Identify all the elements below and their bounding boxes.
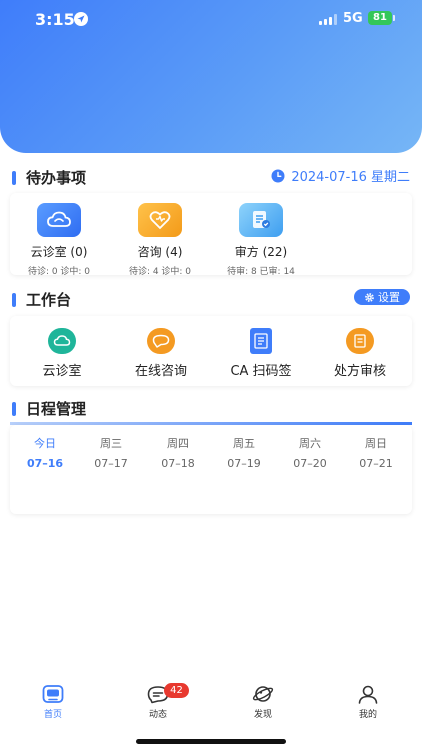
calendar-date: 07–17	[94, 457, 128, 470]
work-item-cloud-clinic[interactable]: 云诊室	[12, 328, 112, 379]
calendar-day[interactable]: 周六 07–20	[277, 435, 343, 470]
battery-icon: 81	[368, 11, 395, 25]
consult-heart-icon	[138, 203, 182, 237]
calendar-date: 07–21	[359, 457, 393, 470]
calendar-weekday: 周四	[167, 437, 189, 450]
home-icon	[42, 685, 64, 703]
prescription-audit-icon	[346, 328, 374, 354]
gear-icon	[365, 292, 374, 302]
calendar-day[interactable]: 周五 07–19	[211, 435, 277, 470]
work-item-label: 在线咨询	[134, 364, 187, 379]
calendar-day[interactable]: 周日 07–21	[343, 435, 409, 470]
calendar-date: 07–16	[26, 457, 64, 470]
tab-updates[interactable]: 动态 42	[123, 683, 193, 720]
todo-title: 待办事项	[26, 169, 87, 187]
settings-button[interactable]: 设置	[354, 289, 410, 305]
user-icon	[358, 685, 378, 704]
calendar-weekday: 周六	[299, 437, 321, 450]
calendar-weekday: 周日	[365, 437, 387, 450]
calendar-date: 07–18	[161, 457, 195, 470]
calendar-day[interactable]: 周三 07–17	[78, 435, 144, 470]
network-type: 5G	[343, 11, 363, 26]
calendar-weekday: 周三	[100, 437, 122, 450]
tab-label: 动态	[148, 710, 167, 720]
calendar-day[interactable]: 周四 07–18	[145, 435, 211, 470]
tab-label: 首页	[43, 710, 62, 720]
status-bar: 3:15 5G 81	[0, 0, 422, 40]
home-indicator	[136, 739, 286, 744]
consult-chat-icon	[147, 328, 175, 354]
location-arrow-icon	[74, 12, 88, 26]
schedule-section-title: 日程管理	[12, 398, 86, 419]
work-item-label: CA 扫码签	[230, 364, 292, 379]
tab-profile[interactable]: 我的	[333, 684, 403, 720]
tab-discover[interactable]: 发现	[228, 684, 298, 720]
todo-section-title: 待办事项	[12, 167, 86, 188]
section-marker	[12, 170, 16, 185]
settings-label: 设置	[378, 291, 400, 304]
battery-level: 81	[373, 12, 387, 23]
calendar-date: 07–20	[293, 457, 327, 470]
cloud-clinic-icon	[48, 328, 76, 354]
calendar-weekday: 周五	[233, 437, 255, 450]
calendar-weekday: 今日	[34, 437, 56, 450]
calendar-day-today[interactable]: 今日 07–16	[12, 435, 78, 470]
workbench-title: 工作台	[26, 291, 72, 309]
schedule-card: 今日 07–16 周三 07–17 周四 07–18 周五 07–19 周六 0…	[10, 425, 412, 514]
workbench-section-title: 工作台	[12, 289, 71, 310]
ca-scan-icon	[250, 328, 272, 354]
section-marker	[12, 401, 16, 416]
planet-icon	[252, 686, 274, 702]
bottom-tab-bar: 首页 动态 42 发现 我的	[0, 683, 422, 729]
clock-icon	[271, 169, 285, 182]
todo-date[interactable]: 2024-07-16 星期二	[271, 166, 410, 185]
work-item-label: 处方审核	[333, 364, 386, 379]
tab-home[interactable]: 首页	[18, 684, 88, 720]
work-item-online-consult[interactable]: 在线咨询	[111, 328, 211, 379]
schedule-title: 日程管理	[26, 400, 87, 418]
unread-badge: 42	[164, 683, 189, 698]
work-item-ca-scan[interactable]: CA 扫码签	[211, 328, 311, 379]
work-item-label: 云诊室	[42, 364, 82, 379]
cloud-clinic-icon	[37, 203, 81, 237]
todo-item-label: 审方 (22)	[234, 245, 288, 259]
todo-item-prescription-review[interactable]: 审方 (22) 待审: 8 已审: 14	[201, 203, 321, 277]
cellular-signal-icon	[319, 14, 338, 25]
todo-date-text: 2024-07-16 星期二	[291, 170, 410, 185]
work-item-prescription-audit[interactable]: 处方审核	[310, 328, 410, 379]
tab-label: 我的	[358, 710, 377, 720]
todo-item-sub: 待审: 8 已审: 14	[227, 267, 295, 277]
workbench-card: 云诊室 在线咨询 CA 扫码签 处方审核	[10, 316, 412, 386]
todo-card: 云诊室 (0) 待诊: 0 诊中: 0 咨询 (4) 待诊: 4 诊中: 0 审…	[10, 193, 412, 277]
calendar-date: 07–19	[227, 457, 261, 470]
status-time: 3:15	[35, 10, 75, 29]
section-marker	[12, 292, 16, 307]
prescription-review-icon	[239, 203, 283, 237]
tab-label: 发现	[253, 710, 272, 720]
